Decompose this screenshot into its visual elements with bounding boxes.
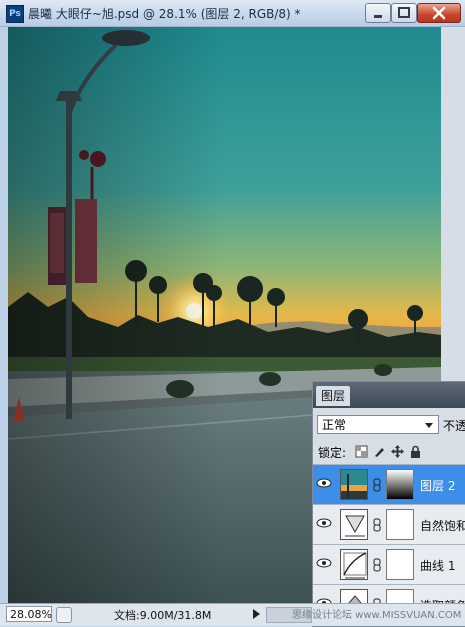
maximize-button[interactable]	[391, 3, 417, 23]
lock-transparent-icon[interactable]	[355, 445, 368, 458]
lock-image-brush-icon[interactable]	[373, 445, 386, 458]
layer-name: 自然饱和	[420, 519, 465, 533]
photoshop-app-icon: Ps	[6, 5, 24, 23]
layer-row-vibrance[interactable]: 自然饱和	[313, 504, 465, 544]
lock-label: 锁定:	[318, 446, 347, 460]
document-size-info: 文档:9.00M/31.8M	[114, 609, 212, 622]
lock-row: 锁定:	[313, 440, 465, 462]
zoom-options-icon[interactable]	[56, 607, 72, 623]
window-title: 晨曦 大眼仔~旭.psd @ 28.1% (图层 2, RGB/8) *	[28, 7, 301, 21]
tab-layers[interactable]: 图层	[316, 386, 351, 406]
opacity-label: 不透	[443, 419, 465, 433]
layer-row-layer-2[interactable]: 图层 2	[313, 464, 465, 504]
eye-visibility-icon[interactable]	[315, 474, 333, 492]
title-bar[interactable]: Ps 晨曦 大眼仔~旭.psd @ 28.1% (图层 2, RGB/8) *	[0, 0, 465, 27]
link-chain-icon	[373, 518, 381, 532]
eye-visibility-icon[interactable]	[315, 554, 333, 572]
close-button[interactable]	[417, 3, 461, 23]
lock-position-move-icon[interactable]	[391, 445, 404, 458]
layer-mask-thumbnail	[386, 509, 414, 540]
maximize-icon	[398, 7, 410, 18]
dropdown-arrow-icon	[425, 423, 433, 428]
layers-panel: 图层 正常 不透 锁定: 图层 2 自然饱和 曲线 1	[312, 381, 465, 627]
zoom-level-field[interactable]: 28.08%	[6, 606, 52, 622]
link-chain-icon	[373, 478, 381, 492]
layer-mask-thumbnail	[386, 469, 414, 500]
status-menu-arrow-icon[interactable]	[250, 607, 262, 621]
minimize-icon	[374, 15, 382, 18]
layer-name: 图层 2	[420, 479, 456, 493]
layer-mask-thumbnail	[386, 549, 414, 580]
close-icon	[432, 6, 446, 20]
watermark: 思缘设计论坛 www.MISSVUAN.COM	[292, 610, 462, 621]
link-chain-icon	[373, 558, 381, 572]
layer-row-curves[interactable]: 曲线 1	[313, 544, 465, 584]
minimize-button[interactable]	[365, 3, 391, 23]
eye-visibility-icon[interactable]	[315, 514, 333, 532]
layers-panel-header: 图层	[313, 382, 465, 408]
blend-mode-value: 正常	[322, 418, 347, 432]
layer-name: 曲线 1	[420, 559, 456, 573]
layer-thumbnail	[340, 469, 368, 500]
lock-all-icon[interactable]	[409, 445, 422, 458]
vibrance-adjustment-icon	[340, 509, 368, 540]
curves-adjustment-icon	[340, 549, 368, 580]
blend-mode-select[interactable]: 正常	[317, 415, 439, 434]
photoshop-window: Ps 晨曦 大眼仔~旭.psd @ 28.1% (图层 2, RGB/8) *	[0, 0, 465, 627]
